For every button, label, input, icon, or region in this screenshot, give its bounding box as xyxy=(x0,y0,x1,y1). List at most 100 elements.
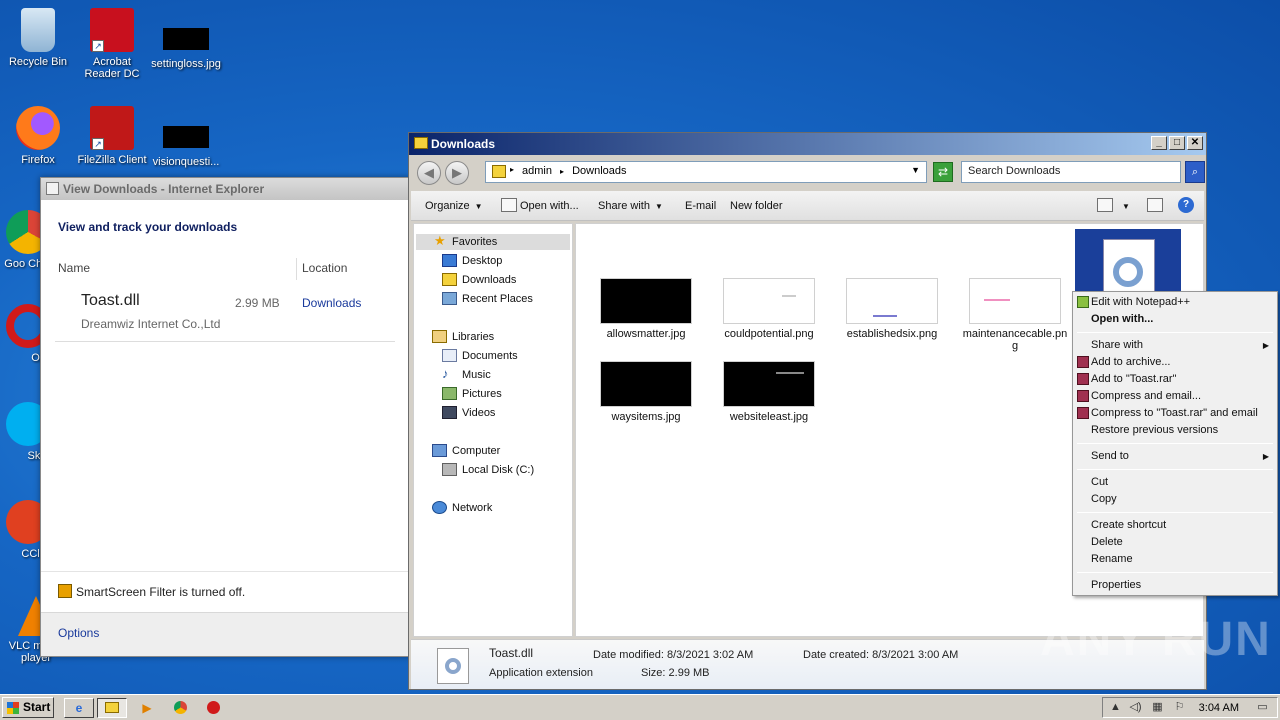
taskbar: Start e ▶ ▲ ◁) ▦ ⚐ 3:04 AM ▭ xyxy=(0,694,1280,720)
shield-icon xyxy=(58,584,72,598)
desktop-icon-recycle-bin[interactable]: Recycle Bin xyxy=(0,8,76,68)
download-location-link[interactable]: Downloads xyxy=(302,296,361,310)
search-icon[interactable]: ⌕ xyxy=(1185,161,1205,183)
menu-cut[interactable]: Cut xyxy=(1091,474,1275,491)
volume-icon[interactable]: ◁) xyxy=(1129,701,1142,714)
breadcrumb-admin[interactable]: admin xyxy=(522,165,552,177)
disk-icon xyxy=(442,463,457,476)
new-folder-button[interactable]: New folder xyxy=(730,200,783,212)
open-with-button[interactable]: Open with... xyxy=(520,200,579,212)
column-name[interactable]: Name xyxy=(58,261,90,275)
search-input[interactable]: Search Downloads xyxy=(961,161,1181,183)
star-icon: ★ xyxy=(434,233,446,248)
organize-button[interactable]: Organize ▼ xyxy=(425,200,483,212)
chevron-down-icon[interactable]: ▼ xyxy=(911,165,920,175)
chevron-up-icon[interactable]: ▲ xyxy=(1109,701,1122,714)
shortcut-arrow-icon: ↗ xyxy=(92,40,104,52)
file-item[interactable]: establishedsix.png xyxy=(837,278,947,340)
refresh-button[interactable]: ⇄ xyxy=(933,162,953,182)
details-file-type: Application extension xyxy=(489,667,593,679)
flag-icon[interactable]: ⚐ xyxy=(1173,701,1186,714)
taskbar-media-player[interactable]: ▶ xyxy=(132,698,162,718)
show-desktop-icon[interactable]: ▭ xyxy=(1256,701,1269,714)
image-thumbnail xyxy=(723,278,815,324)
desktop-icon-acrobat[interactable]: ↗ Acrobat Reader DC xyxy=(74,8,150,80)
file-item[interactable]: websiteleast.jpg xyxy=(714,361,824,423)
file-item[interactable]: maintenancecable.png xyxy=(960,278,1070,352)
folder-icon xyxy=(105,702,119,713)
help-icon[interactable]: ? xyxy=(1178,197,1194,213)
explorer-title-bar[interactable]: Downloads _ □ ✕ xyxy=(409,133,1206,155)
nav-videos[interactable]: Videos xyxy=(442,405,495,421)
windows-logo-icon xyxy=(7,702,19,714)
nav-libraries[interactable]: Libraries xyxy=(432,329,494,345)
network-tray-icon[interactable]: ▦ xyxy=(1151,701,1164,714)
submenu-arrow-icon: ▶ xyxy=(1262,452,1269,461)
view-icon[interactable] xyxy=(1097,198,1113,212)
menu-copy[interactable]: Copy xyxy=(1091,491,1275,508)
nav-favorites[interactable]: ★ Favorites xyxy=(416,233,570,250)
details-size: Size: 2.99 MB xyxy=(641,667,710,679)
menu-share-with[interactable]: Share with ▶ xyxy=(1091,337,1275,354)
menu-restore-versions[interactable]: Restore previous versions xyxy=(1091,422,1275,439)
back-button[interactable]: ◀ xyxy=(417,161,441,185)
taskbar-opera[interactable] xyxy=(198,698,228,718)
address-bar[interactable]: ▸ admin ▸ Downloads ▼ xyxy=(485,161,927,183)
image-thumbnail xyxy=(846,278,938,324)
menu-delete[interactable]: Delete xyxy=(1091,534,1275,551)
nav-network[interactable]: Network xyxy=(432,500,492,516)
menu-compress-toast-email[interactable]: Compress to "Toast.rar" and email xyxy=(1077,405,1275,422)
opera-icon xyxy=(206,701,220,714)
file-item[interactable]: couldpotential.png xyxy=(714,278,824,340)
menu-create-shortcut[interactable]: Create shortcut xyxy=(1091,517,1275,534)
preview-pane-icon[interactable] xyxy=(1147,198,1163,212)
desktop-icon-settingloss[interactable]: settingloss.jpg xyxy=(148,8,224,70)
nav-desktop[interactable]: Desktop xyxy=(442,253,502,269)
menu-properties[interactable]: Properties xyxy=(1091,577,1275,594)
menu-compress-email[interactable]: Compress and email... xyxy=(1077,388,1275,405)
nav-local-disk[interactable]: Local Disk (C:) xyxy=(442,462,534,478)
breadcrumb-downloads[interactable]: Downloads xyxy=(572,165,626,177)
share-with-button[interactable]: Share with ▼ xyxy=(598,200,663,212)
menu-add-toast-rar[interactable]: Add to "Toast.rar" xyxy=(1077,371,1275,388)
menu-edit-notepadpp[interactable]: Edit with Notepad++ xyxy=(1077,294,1275,311)
menu-send-to[interactable]: Send to ▶ xyxy=(1091,448,1275,465)
nav-documents[interactable]: Documents xyxy=(442,348,518,364)
taskbar-chrome[interactable] xyxy=(165,698,195,718)
nav-recent-places[interactable]: Recent Places xyxy=(442,291,533,307)
menu-rename[interactable]: Rename xyxy=(1091,551,1275,568)
computer-icon xyxy=(432,444,447,457)
winrar-icon xyxy=(1077,407,1089,419)
file-item[interactable]: allowsmatter.jpg xyxy=(591,278,701,340)
email-button[interactable]: E-mail xyxy=(685,200,716,212)
window-icon xyxy=(46,182,59,195)
desktop-icon-filezilla[interactable]: ↗ FileZilla Client xyxy=(74,106,150,166)
nav-music[interactable]: ♪ Music xyxy=(442,366,491,383)
nav-pictures[interactable]: Pictures xyxy=(442,386,502,402)
desktop-icon-firefox[interactable]: Firefox xyxy=(0,106,76,166)
download-row[interactable]: Toast.dll 2.99 MB Downloads Dreamwiz Int… xyxy=(55,290,395,342)
forward-button[interactable]: ▶ xyxy=(445,161,469,185)
selected-file-toast-dll[interactable] xyxy=(1075,229,1181,299)
taskbar-explorer[interactable] xyxy=(97,698,127,718)
minimize-button[interactable]: _ xyxy=(1151,136,1167,150)
menu-open-with[interactable]: Open with... xyxy=(1091,311,1275,328)
options-link[interactable]: Options xyxy=(58,626,99,640)
menu-add-archive[interactable]: Add to archive... xyxy=(1077,354,1275,371)
ie-title-bar[interactable]: View Downloads - Internet Explorer xyxy=(41,178,411,200)
taskbar-ie[interactable]: e xyxy=(64,698,94,718)
image-thumbnail xyxy=(600,278,692,324)
file-name: websiteleast.jpg xyxy=(729,411,809,423)
videos-icon xyxy=(442,406,457,419)
start-button[interactable]: Start xyxy=(2,697,54,718)
nav-computer[interactable]: Computer xyxy=(432,443,500,459)
anyrun-watermark: ANY RUN xyxy=(1040,613,1272,666)
file-item[interactable]: waysitems.jpg xyxy=(591,361,701,423)
desktop-icon-visionquesti[interactable]: visionquesti... xyxy=(148,106,224,168)
clock[interactable]: 3:04 AM xyxy=(1199,702,1239,714)
chevron-down-icon[interactable]: ▼ xyxy=(1122,202,1130,211)
close-button[interactable]: ✕ xyxy=(1187,136,1203,150)
maximize-button[interactable]: □ xyxy=(1169,136,1185,150)
nav-downloads[interactable]: Downloads xyxy=(442,272,516,288)
column-location[interactable]: Location xyxy=(296,258,352,280)
